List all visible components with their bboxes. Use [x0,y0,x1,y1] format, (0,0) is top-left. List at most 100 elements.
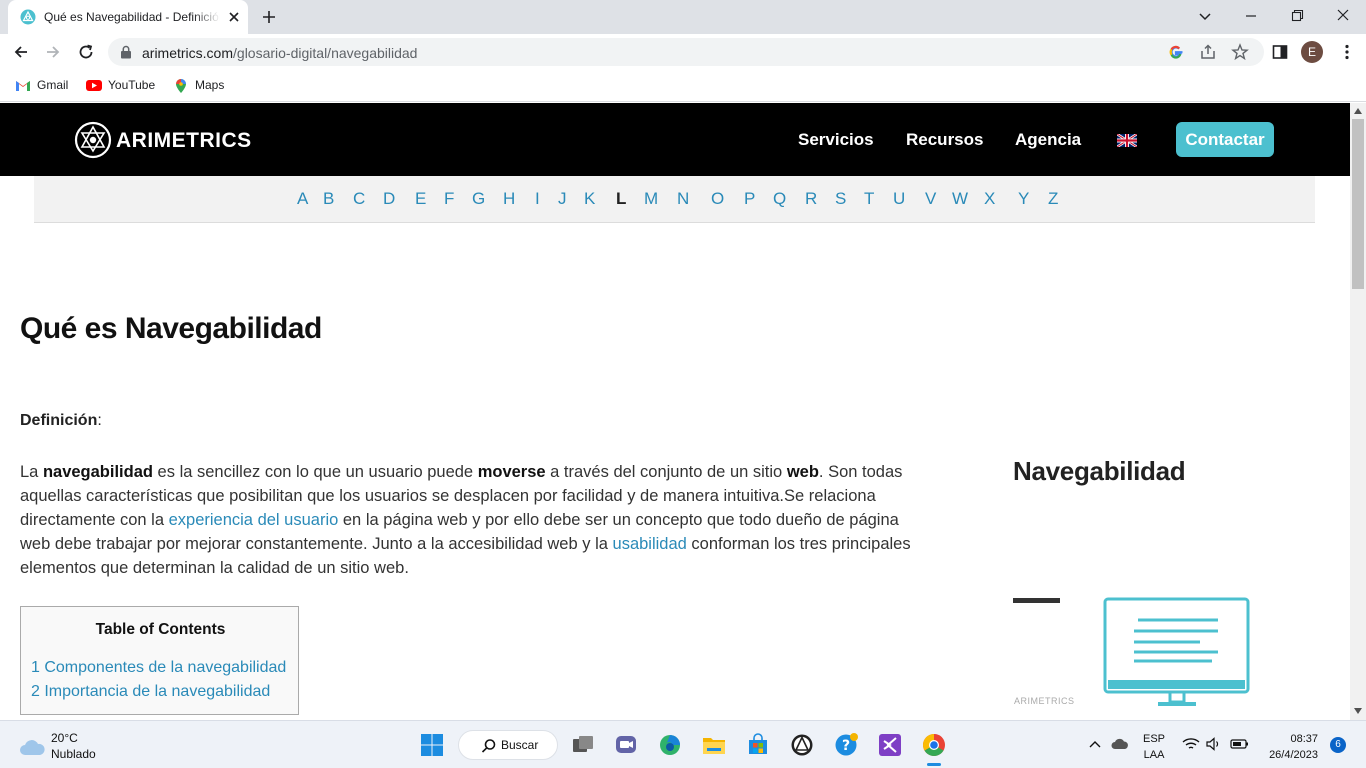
restore-icon[interactable] [1286,6,1308,26]
edge-browser-icon[interactable] [658,733,682,757]
active-app-indicator [927,763,941,766]
task-view-icon[interactable] [571,733,595,757]
maps-pin-icon [176,79,186,93]
profile-avatar[interactable]: E [1301,41,1323,63]
alphabet-letter-b[interactable]: B [323,189,334,209]
cloud-icon [20,740,45,755]
nav-servicios[interactable]: Servicios [798,130,874,150]
bookmark-gmail[interactable]: Gmail [15,77,75,95]
visual-studio-icon[interactable] [878,733,902,757]
scroll-up-icon[interactable] [1353,107,1363,115]
nav-agencia[interactable]: Agencia [1015,130,1081,150]
alphabet-letter-d[interactable]: D [383,189,395,209]
onedrive-cloud-icon[interactable] [1111,737,1129,751]
app-logo-icon[interactable] [790,733,814,757]
keyboard-layout: LAA [1143,749,1165,761]
notification-badge[interactable]: 6 [1330,737,1346,753]
toc-item[interactable]: 2 Importancia de la navegabilidad [31,683,270,701]
alphabet-letter-z[interactable]: Z [1048,189,1058,209]
chrome-icon[interactable] [922,733,946,757]
para-text: La [20,463,43,481]
share-icon[interactable] [1199,43,1217,61]
help-icon[interactable]: ? [834,733,858,757]
definition-paragraph: La navegabilidad es la sencillez con lo … [20,460,930,580]
alphabet-letter-t[interactable]: T [864,189,874,209]
teams-chat-icon[interactable] [614,733,638,757]
toc-item[interactable]: 1 Componentes de la navegabilidad [31,659,286,677]
tray-chevron-up-icon[interactable] [1088,739,1102,749]
alphabet-letter-o[interactable]: O [711,189,724,209]
page-scrollbar[interactable] [1350,103,1366,720]
reload-icon[interactable] [77,43,95,61]
wifi-icon[interactable] [1182,737,1200,751]
definition-colon: : [97,412,102,429]
alphabet-letter-x[interactable]: X [984,189,995,209]
address-bar[interactable]: arimetrics.com/glosario-digital/navegabi… [108,38,1264,66]
alphabet-letter-n[interactable]: N [677,189,689,209]
search-label: Buscar [501,738,539,752]
bookmark-label: Gmail [37,78,69,92]
alphabet-letter-c[interactable]: C [353,189,365,209]
alphabet-letter-f[interactable]: F [444,189,454,209]
scrollbar-thumb[interactable] [1352,119,1364,289]
alphabet-letter-g[interactable]: G [472,189,485,209]
arimetrics-logo[interactable]: ARIMETRICS [74,121,274,159]
lock-icon[interactable] [120,45,132,59]
side-panel-icon[interactable] [1271,43,1289,61]
tab-search-chevron-icon[interactable] [1194,6,1216,26]
alphabet-letter-q[interactable]: Q [773,189,786,209]
scroll-down-icon[interactable] [1353,707,1363,715]
bookmark-youtube[interactable]: YouTube [86,77,160,95]
forward-arrow-icon[interactable] [44,43,62,61]
system-clock[interactable]: 08:37 26/4/2023 [1258,731,1318,763]
alphabet-letter-v[interactable]: V [925,189,936,209]
taskbar-search[interactable]: Buscar [458,730,558,760]
close-tab-icon[interactable] [226,9,242,25]
alphabet-letter-u[interactable]: U [893,189,905,209]
alphabet-letter-p[interactable]: P [744,189,755,209]
clock-date: 26/4/2023 [1269,749,1318,761]
input-language[interactable]: ESP LAA [1143,731,1165,763]
sidebar-title: Navegabilidad [1013,456,1186,486]
alphabet-letter-i[interactable]: I [535,189,540,209]
alphabet-letter-l[interactable]: L [616,189,626,209]
alphabet-letter-a[interactable]: A [297,189,308,209]
link-usabilidad[interactable]: usabilidad [613,535,687,553]
volume-icon[interactable] [1206,737,1222,751]
back-arrow-icon[interactable] [12,43,30,61]
bookmark-label: YouTube [108,78,156,92]
new-tab-icon[interactable] [260,8,278,26]
site-header: ARIMETRICS Servicios Recursos Agencia Co… [0,103,1350,176]
bookmark-star-icon[interactable] [1231,43,1249,61]
weather-condition: Nublado [51,747,96,761]
google-icon[interactable] [1167,43,1185,61]
alphabet-letter-w[interactable]: W [952,189,968,209]
microsoft-store-icon[interactable] [746,733,770,757]
file-explorer-icon[interactable] [702,733,726,757]
alphabet-letter-r[interactable]: R [805,189,817,209]
alphabet-letter-k[interactable]: K [584,189,595,209]
alphabet-letter-h[interactable]: H [503,189,515,209]
alphabet-letter-e[interactable]: E [415,189,426,209]
alphabet-index-bar: ABCDEFGHIJK LMN OPQRSTUVWX YZ [34,176,1315,223]
monitor-illustration-icon [1013,597,1250,706]
chrome-menu-icon[interactable] [1338,43,1356,61]
alphabet-letter-s[interactable]: S [835,189,846,209]
close-window-icon[interactable] [1332,6,1354,26]
bookmark-label: Maps [195,78,225,92]
link-experiencia-usuario[interactable]: experiencia del usuario [169,511,339,529]
battery-icon[interactable] [1230,738,1250,750]
logo-mark-icon [74,121,112,159]
windows-start-icon[interactable] [420,733,444,757]
contact-button[interactable]: Contactar [1176,122,1274,157]
uk-flag-icon[interactable] [1117,134,1137,147]
table-of-contents: Table of Contents 1 Componentes de la na… [20,606,299,715]
alphabet-letter-j[interactable]: J [558,189,567,209]
minimize-icon[interactable] [1240,6,1262,26]
alphabet-letter-y[interactable]: Y [1018,189,1029,209]
nav-recursos[interactable]: Recursos [906,130,983,150]
weather-widget[interactable]: 20°C Nublado [18,731,138,765]
alphabet-letter-m[interactable]: M [644,189,658,209]
browser-tab[interactable]: Qué es Navegabilidad - Definición [8,0,248,34]
bookmark-maps[interactable]: Maps [173,77,233,95]
